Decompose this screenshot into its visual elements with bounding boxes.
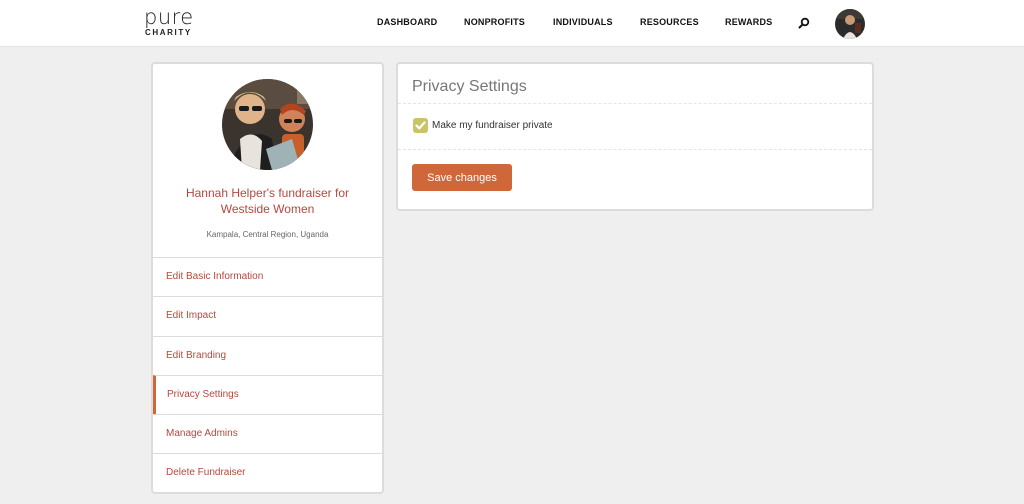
logo-text-charity: CHARITY [145,28,192,37]
user-avatar[interactable] [835,9,865,39]
private-fundraiser-label[interactable]: Make my fundraiser private [432,120,553,131]
top-navigation-bar: pure CHARITY DASHBOARD NONPROFITS INDIVI… [0,0,1024,47]
fundraiser-settings-menu: Edit Basic Information Edit Impact Edit … [153,257,382,492]
fundraiser-sidebar: Hannah Helper's fundraiser for Westside … [151,62,384,494]
page-title: Privacy Settings [412,78,527,95]
pure-charity-logo[interactable]: pure CHARITY [144,6,204,40]
nav-dashboard[interactable]: DASHBOARD [377,17,437,27]
nav-resources[interactable]: RESOURCES [640,17,699,27]
menu-edit-basic-information[interactable]: Edit Basic Information [153,257,382,296]
privacy-settings-panel: Privacy Settings Make my fundraiser priv… [396,62,874,211]
menu-delete-fundraiser[interactable]: Delete Fundraiser [153,453,382,492]
menu-edit-impact[interactable]: Edit Impact [153,296,382,335]
checkmark-icon [415,121,426,130]
menu-edit-branding[interactable]: Edit Branding [153,335,382,375]
nav-rewards[interactable]: REWARDS [725,17,772,27]
title-divider [398,103,872,104]
search-icon[interactable] [798,16,810,29]
menu-manage-admins[interactable]: Manage Admins [153,414,382,453]
save-changes-button[interactable]: Save changes [412,164,512,191]
fundraiser-title[interactable]: Hannah Helper's fundraiser for Westside … [163,185,372,217]
logo-text-pure: pure [144,5,194,29]
fundraiser-location: Kampala, Central Region, Uganda [206,230,329,239]
nav-individuals[interactable]: INDIVIDUALS [553,17,613,27]
form-divider [398,149,872,150]
nav-nonprofits[interactable]: NONPROFITS [464,17,525,27]
fundraiser-photo [222,79,313,170]
menu-privacy-settings[interactable]: Privacy Settings [153,374,382,415]
private-fundraiser-checkbox[interactable] [413,118,428,133]
